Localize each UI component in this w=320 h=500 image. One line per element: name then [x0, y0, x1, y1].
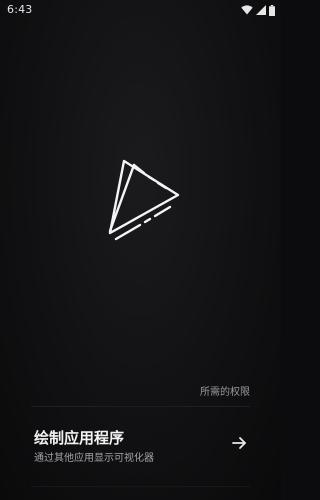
cellular-signal-icon [256, 5, 266, 15]
permission-item-draw-over-apps[interactable]: 绘制应用程序 通过其他应用显示可视化器 [0, 412, 281, 472]
status-icons [241, 4, 275, 16]
permission-title: 绘制应用程序 [34, 429, 125, 447]
divider [31, 486, 250, 487]
arrow-right-icon[interactable] [231, 436, 247, 450]
status-bar: 6:43 [0, 0, 281, 20]
wifi-icon [241, 5, 253, 15]
status-time: 6:43 [7, 3, 33, 16]
app-screen: 6:43 所需的权限 绘制应用程序 通过其他应用显示可视化器 [0, 0, 281, 500]
permission-description: 通过其他应用显示可视化器 [34, 453, 154, 464]
divider [31, 406, 250, 407]
battery-icon [269, 4, 275, 16]
permissions-section-label: 所需的权限 [200, 387, 250, 398]
app-logo-play-icon [108, 159, 180, 241]
